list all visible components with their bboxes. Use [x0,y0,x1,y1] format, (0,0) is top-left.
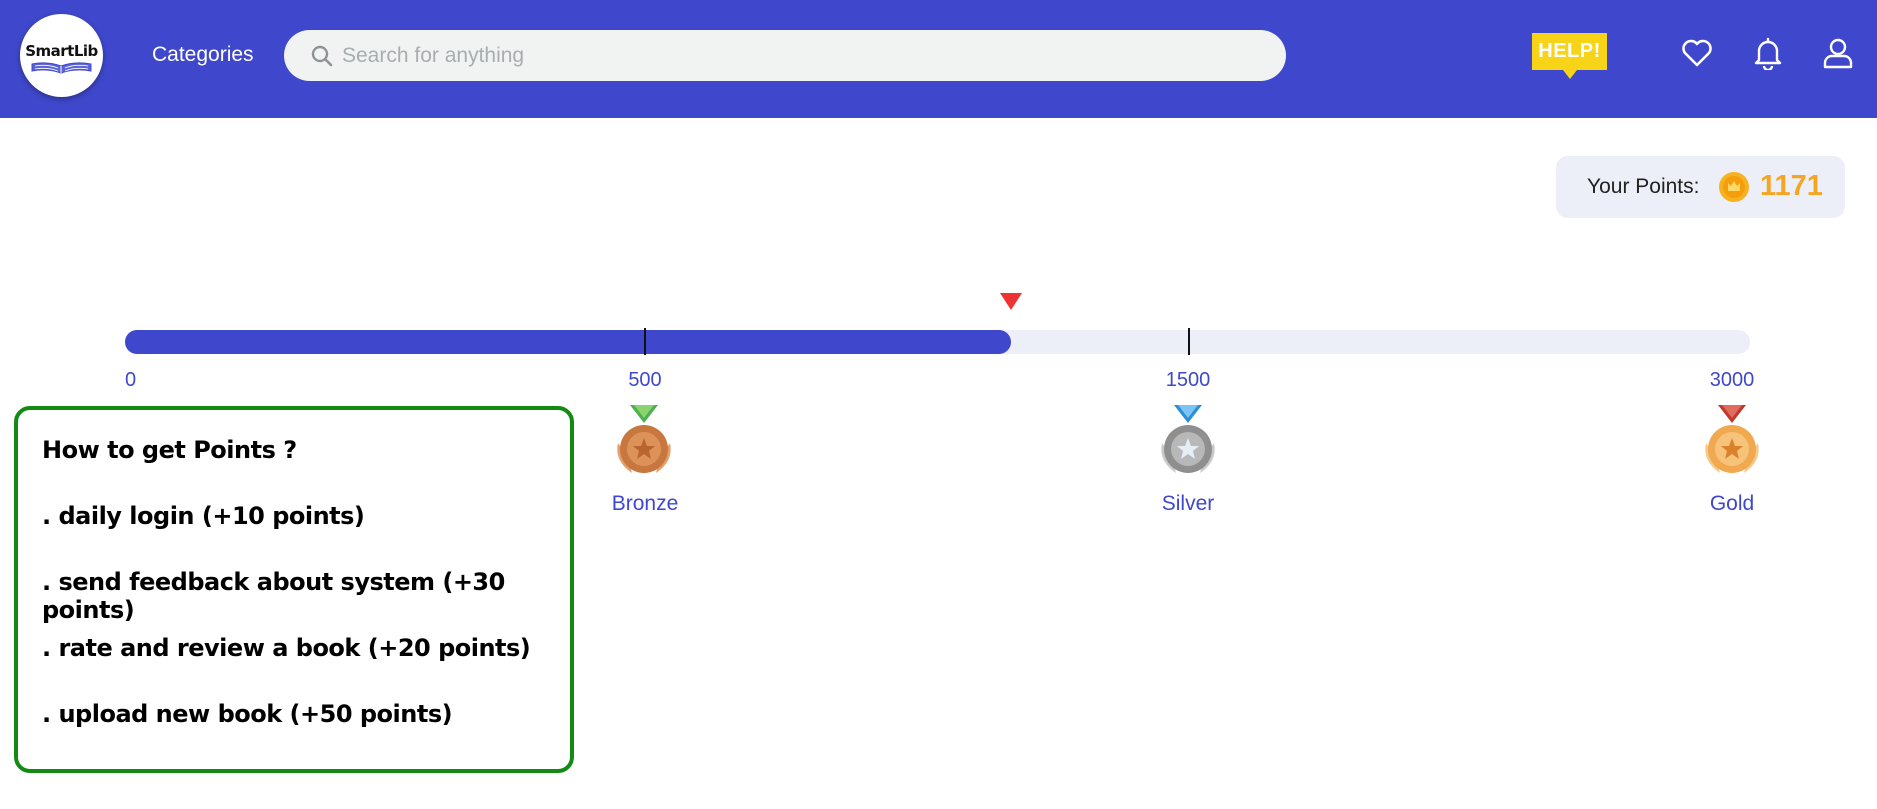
points-value: 1171 [1760,170,1823,202]
tier-name-bronze: Bronze [611,492,679,515]
help-button[interactable]: HELP! [1532,33,1607,79]
tick-label-3000: 3000 [1709,369,1755,391]
tick-label-500: 500 [628,369,662,391]
bell-icon[interactable] [1751,36,1785,70]
your-points-card: Your Points: 1171 [1556,156,1845,218]
smartlib-logo[interactable]: SmartLib [20,14,103,97]
points-progress-track [125,330,1750,354]
info-item: . send feedback about system (+30 points… [42,568,505,624]
points-progress-fill [125,330,1011,354]
search-bar[interactable] [284,30,1286,81]
info-item: . daily login (+10 points) [42,502,365,530]
categories-link[interactable]: Categories [152,43,254,67]
tick-label-1500: 1500 [1165,369,1211,391]
tier-name-gold: Gold [1709,492,1755,515]
search-input[interactable] [342,30,1262,81]
bronze-medal-icon [617,405,671,473]
gold-medal-icon [1705,405,1759,473]
silver-medal-icon [1161,405,1215,473]
search-icon [311,45,333,67]
tick-mark-1500 [1188,328,1190,355]
top-navbar: SmartLib Categories HELP! [0,0,1877,118]
info-item: . upload new book (+50 points) [42,700,453,728]
open-book-icon [31,62,92,74]
points-label: Your Points: [1587,175,1700,198]
logo-text: SmartLib [25,42,98,60]
current-points-marker [999,293,1022,310]
user-icon[interactable] [1821,36,1855,70]
tick-mark-500 [644,328,646,355]
tier-name-silver: Silver [1161,492,1215,515]
heart-icon[interactable] [1680,36,1714,70]
how-to-get-points-box: How to get Points ? . daily login (+10 p… [14,406,574,773]
coin-icon [1719,172,1749,202]
info-item: . rate and review a book (+20 points) [42,634,531,662]
info-title: How to get Points ? [42,436,297,464]
tick-label-0: 0 [125,369,137,391]
